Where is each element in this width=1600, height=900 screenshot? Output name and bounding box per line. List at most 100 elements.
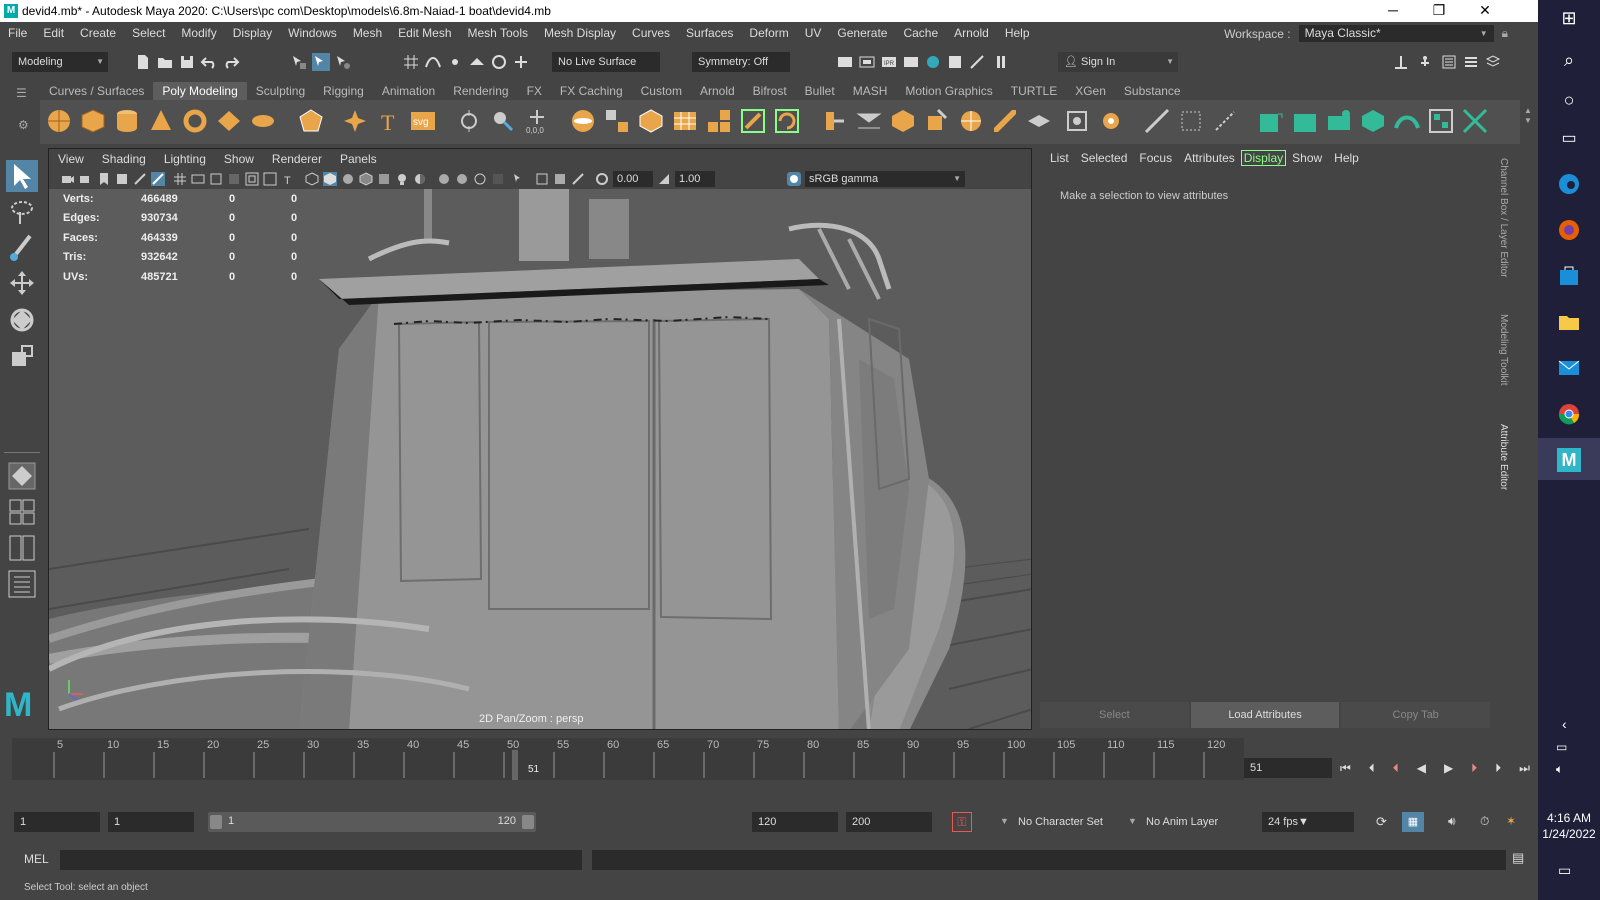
smooth-shade-icon[interactable] bbox=[323, 172, 337, 186]
volume-icon[interactable]: 🔈︎ bbox=[1556, 762, 1563, 777]
grease-pencil-icon[interactable] bbox=[151, 172, 165, 186]
ae-menu-list[interactable]: List bbox=[1044, 151, 1075, 165]
redo-icon[interactable] bbox=[222, 53, 240, 71]
anim-layer-dropdown-icon[interactable]: ▼ bbox=[1128, 816, 1137, 826]
mail-icon[interactable] bbox=[1557, 356, 1581, 380]
viewport-menu-lighting[interactable]: Lighting bbox=[155, 152, 215, 166]
load-attributes-button[interactable]: Load Attributes bbox=[1190, 702, 1340, 728]
menu-surfaces[interactable]: Surfaces bbox=[678, 26, 741, 40]
gamma-icon[interactable] bbox=[657, 172, 671, 186]
image-plane-icon[interactable] bbox=[115, 172, 129, 186]
shelf-scroll-arrows[interactable]: ▲ ▼ bbox=[1524, 106, 1532, 126]
shelf-tab-turtle[interactable]: TURTLE bbox=[1002, 82, 1066, 100]
menu-generate[interactable]: Generate bbox=[829, 26, 895, 40]
arnold-render-icon[interactable] bbox=[946, 53, 964, 71]
pause-icon[interactable] bbox=[992, 53, 1010, 71]
select-tool-icon[interactable] bbox=[6, 160, 38, 192]
chrome-icon[interactable] bbox=[1557, 402, 1581, 426]
shelf-tab-sculpting[interactable]: Sculpting bbox=[247, 82, 314, 100]
combine-icon[interactable] bbox=[570, 108, 596, 134]
step-back-key-icon[interactable]: ⏴︎ bbox=[1393, 761, 1399, 776]
symmetry-dropdown[interactable]: Symmetry: Off bbox=[692, 52, 790, 72]
screen-space-ao-icon[interactable] bbox=[437, 172, 451, 186]
paint-select-tool-icon[interactable] bbox=[6, 232, 38, 264]
render-view-icon[interactable] bbox=[836, 53, 854, 71]
perspective-outliner-layout-icon[interactable] bbox=[6, 532, 38, 564]
show-hidden-icons-chevron-icon[interactable]: ‹ bbox=[1562, 716, 1567, 732]
shelf-tab-arnold[interactable]: Arnold bbox=[691, 82, 744, 100]
playback-end-field[interactable]: 120 bbox=[752, 812, 838, 832]
uv-editor-icon[interactable] bbox=[1258, 108, 1284, 134]
select-hierarchy-icon[interactable] bbox=[290, 53, 308, 71]
menu-display[interactable]: Display bbox=[225, 26, 280, 40]
edge-browser-icon[interactable] bbox=[1557, 172, 1581, 196]
pivot-center-icon[interactable] bbox=[1098, 108, 1124, 134]
reduce-icon[interactable] bbox=[672, 108, 698, 134]
isolate-select-icon[interactable] bbox=[511, 172, 525, 186]
bridge-icon[interactable] bbox=[856, 108, 882, 134]
cylindrical-map-icon[interactable] bbox=[1326, 108, 1352, 134]
shadows-icon[interactable] bbox=[413, 172, 427, 186]
lasso-tool-icon[interactable] bbox=[6, 196, 38, 228]
offset-edge-loop-icon[interactable] bbox=[1026, 108, 1052, 134]
shelf-tab-animation[interactable]: Animation bbox=[373, 82, 444, 100]
ae-menu-display[interactable]: Display bbox=[1240, 150, 1287, 166]
shelf-tab-bullet[interactable]: Bullet bbox=[796, 82, 844, 100]
safe-title-icon[interactable]: T bbox=[281, 172, 295, 186]
system-clock[interactable]: 4:16 AM 1/24/2022 bbox=[1538, 810, 1600, 842]
open-scene-icon[interactable] bbox=[156, 53, 174, 71]
menu-help[interactable]: Help bbox=[997, 26, 1038, 40]
viewport-menu-shading[interactable]: Shading bbox=[93, 152, 155, 166]
menu-modify[interactable]: Modify bbox=[173, 26, 224, 40]
current-frame-marker[interactable] bbox=[512, 750, 518, 780]
shelf-tab-rigging[interactable]: Rigging bbox=[314, 82, 373, 100]
separate-icon[interactable] bbox=[604, 108, 630, 134]
auto-key-icon[interactable]: ⚿ bbox=[952, 812, 972, 832]
notifications-icon[interactable]: ▭ bbox=[1558, 862, 1571, 879]
platonic-solid-icon[interactable] bbox=[298, 108, 324, 134]
task-view-icon[interactable]: ▭ bbox=[1557, 128, 1581, 152]
use-all-lights-icon[interactable] bbox=[395, 172, 409, 186]
play-backwards-icon[interactable]: ◀︎ bbox=[1417, 761, 1426, 775]
arnold-ipr-icon[interactable] bbox=[968, 53, 986, 71]
shelf-tab-bifrost[interactable]: Bifrost bbox=[744, 82, 796, 100]
shelf-tab-mash[interactable]: MASH bbox=[844, 82, 897, 100]
playback-start-field[interactable]: 1 bbox=[108, 812, 194, 832]
live-surface-field[interactable]: No Live Surface bbox=[552, 52, 660, 72]
default-material-icon[interactable] bbox=[341, 172, 355, 186]
search-icon[interactable]: ⌕ bbox=[1557, 50, 1581, 74]
new-scene-icon[interactable] bbox=[134, 53, 152, 71]
remesh-icon[interactable] bbox=[706, 108, 732, 134]
firefox-icon[interactable] bbox=[1557, 218, 1581, 242]
channel-box-toggle-icon[interactable] bbox=[1484, 53, 1502, 71]
gamma-field[interactable]: 1.00 bbox=[675, 171, 715, 187]
grid-toggle-icon[interactable] bbox=[173, 172, 187, 186]
slide-edge-icon[interactable] bbox=[1212, 108, 1238, 134]
maya-app-icon[interactable]: M bbox=[1557, 448, 1581, 472]
undo-icon[interactable] bbox=[200, 53, 218, 71]
snap-grid-icon[interactable] bbox=[402, 53, 420, 71]
anim-layer-field[interactable]: No Anim Layer bbox=[1146, 816, 1218, 828]
cut-uv-icon[interactable] bbox=[1462, 108, 1488, 134]
color-space-dropdown[interactable]: sRGB gamma ▼ bbox=[805, 171, 965, 187]
exposure-field[interactable]: 0.00 bbox=[613, 171, 653, 187]
go-to-start-icon[interactable]: ⏮︎ bbox=[1340, 761, 1351, 776]
cortana-icon[interactable]: ○ bbox=[1557, 90, 1581, 114]
svg-icon[interactable]: svg bbox=[410, 108, 436, 134]
copy-tab-button[interactable]: Copy Tab bbox=[1341, 702, 1491, 728]
viewport-menu-show[interactable]: Show bbox=[215, 152, 263, 166]
rotate-tool-icon[interactable] bbox=[6, 304, 38, 336]
fps-dropdown[interactable]: 24 fps▼ bbox=[1262, 812, 1354, 832]
scale-tool-icon[interactable] bbox=[6, 340, 38, 372]
shelf-tab-rendering[interactable]: Rendering bbox=[444, 82, 517, 100]
close-button[interactable]: ✕ bbox=[1462, 0, 1508, 22]
menu-arnold[interactable]: Arnold bbox=[946, 26, 997, 40]
insert-edge-loop-icon[interactable] bbox=[992, 108, 1018, 134]
step-forward-key-icon[interactable]: ⏵︎ bbox=[1471, 761, 1477, 776]
snap-plane-icon[interactable] bbox=[468, 53, 486, 71]
script-editor-icon[interactable]: ▤ bbox=[1512, 850, 1524, 866]
windows-start-icon[interactable]: ⊞ bbox=[1557, 8, 1581, 32]
minimize-button[interactable]: ─ bbox=[1370, 0, 1416, 22]
smooth-icon[interactable] bbox=[638, 108, 664, 134]
menu-select[interactable]: Select bbox=[124, 26, 173, 40]
